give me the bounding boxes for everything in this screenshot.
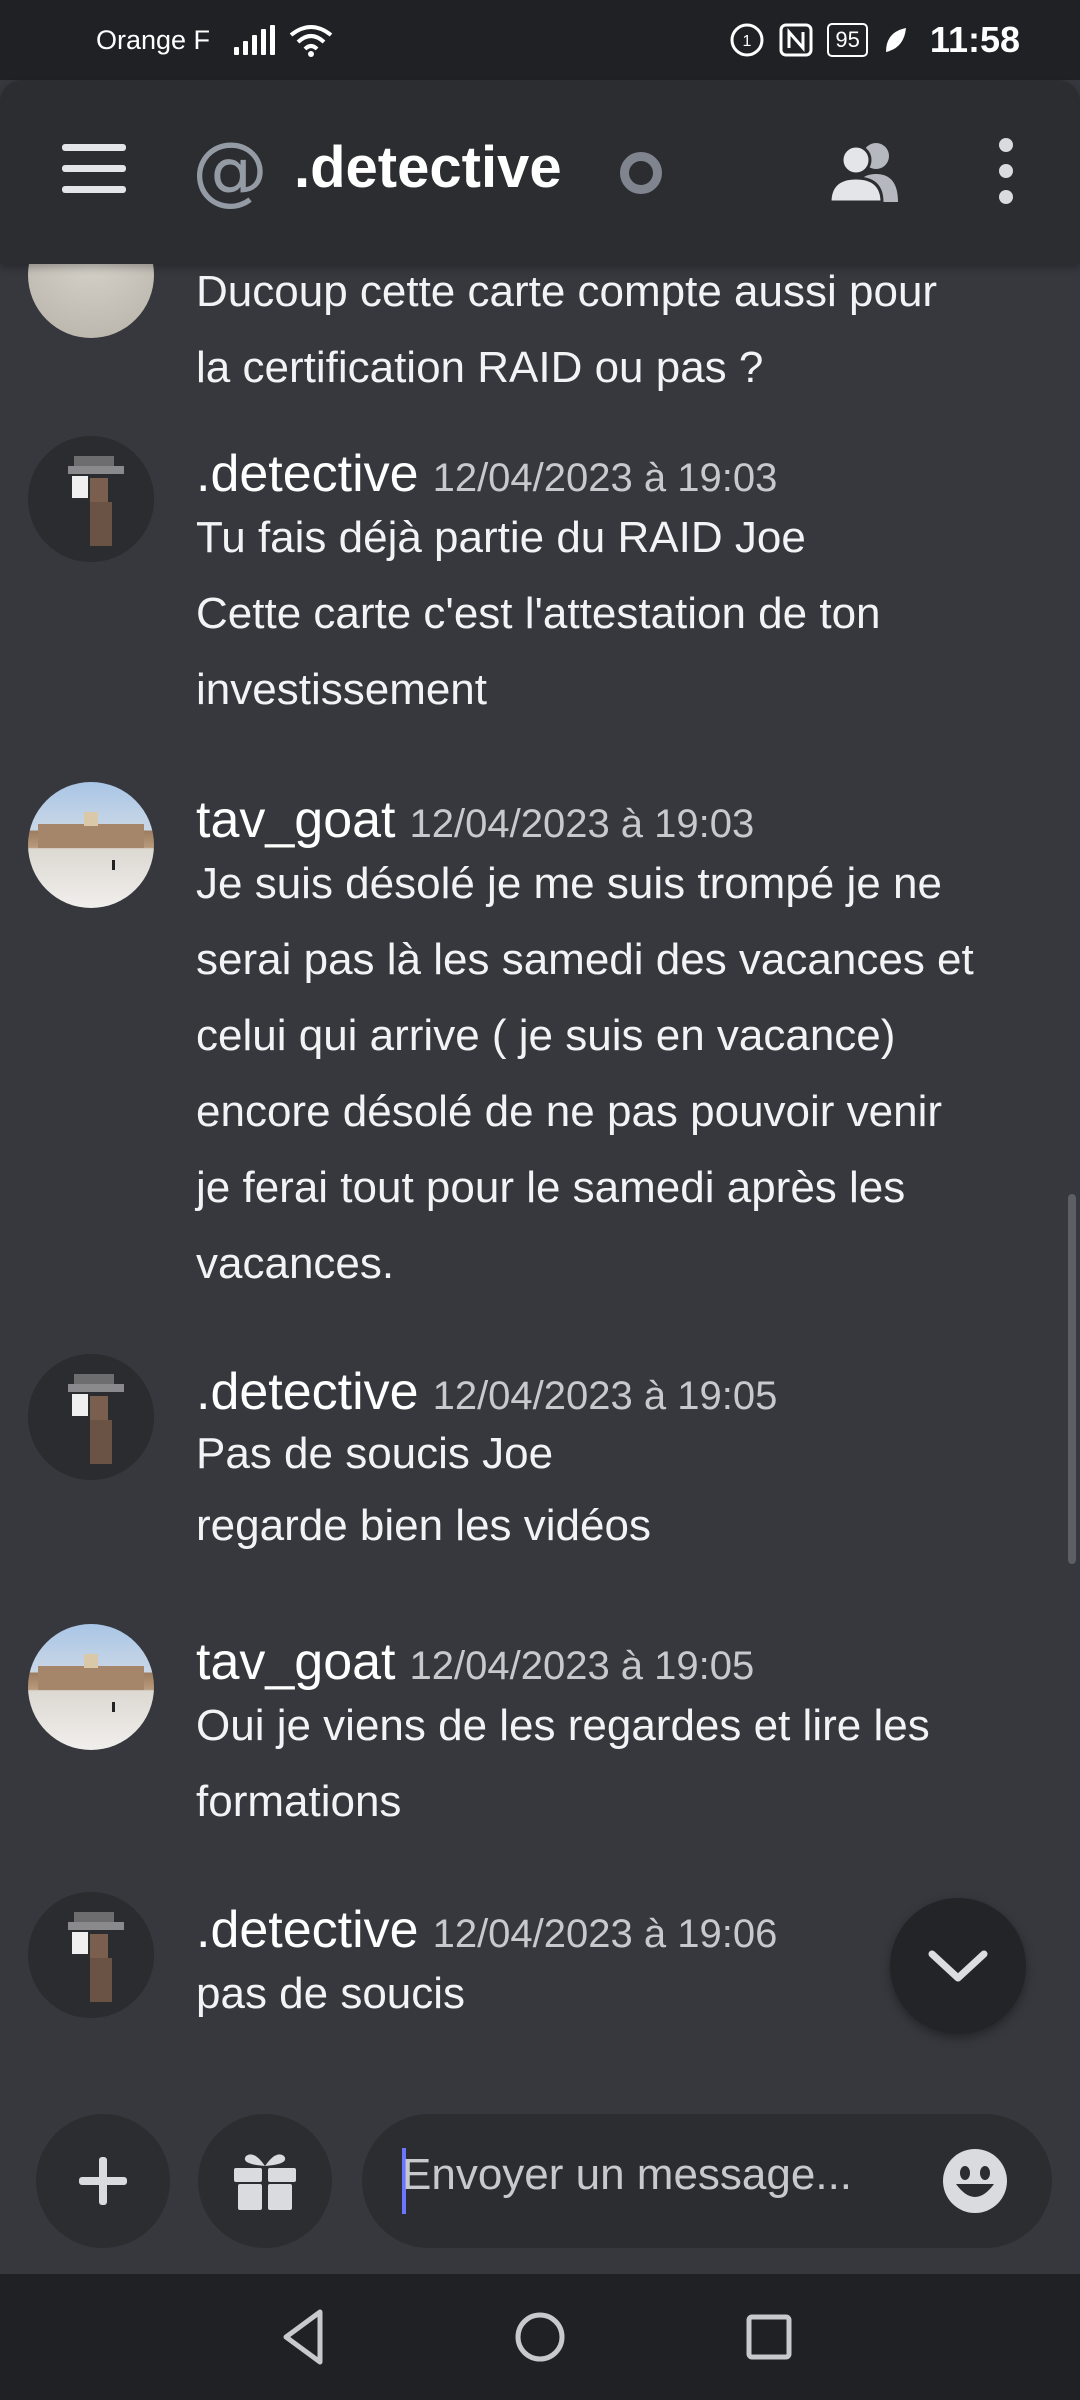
data-saver-icon: 1 [730, 23, 764, 57]
signal-icon [234, 25, 276, 55]
detective-avatar-icon [28, 1354, 154, 1480]
wifi-icon [289, 25, 333, 57]
detective-avatar-icon [28, 436, 154, 562]
message-timestamp: 12/04/2023 à 19:05 [409, 1644, 755, 1688]
leaf-icon [885, 28, 906, 52]
plaza-avatar-icon [38, 812, 144, 870]
emoji-icon[interactable] [942, 2148, 1008, 2214]
message-input[interactable]: Envoyer un message... [362, 2114, 1052, 2248]
add-attachment-button[interactable] [36, 2114, 170, 2248]
message-author[interactable]: .detective 12/04/2023 à 19:05 [196, 1362, 777, 1426]
plaza-avatar-icon [38, 1654, 144, 1712]
message-body: Tu fais déjà partie du RAID Joe Cette ca… [196, 500, 1066, 728]
message-author[interactable]: .detective 12/04/2023 à 19:06 [196, 1900, 777, 1964]
message-line: Oui je viens de les regardes et lire les [196, 1701, 930, 1750]
message-line: vacances. [196, 1239, 395, 1288]
message-timestamp: 12/04/2023 à 19:06 [432, 1912, 778, 1956]
status-bar: Orange F 1 95 11:58 [0, 0, 1080, 80]
message-line: la certification RAID ou pas ? [196, 343, 764, 392]
message-author[interactable]: .detective 12/04/2023 à 19:03 [196, 444, 777, 508]
channel-header: @ .detective [0, 80, 1080, 264]
scrollbar[interactable] [1068, 1194, 1076, 1564]
message-body: Pas de soucis Joe regarde bien les vidéo… [196, 1418, 1066, 1562]
carrier-label: Orange F [96, 24, 211, 55]
message-line: Cette carte c'est l'attestation de ton [196, 589, 881, 638]
message-body: Je suis désolé je me suis trompé je ne s… [196, 846, 1066, 1302]
message-line: regarde bien les vidéos [196, 1501, 651, 1550]
message-line: celui qui arrive ( je suis en vacance) [196, 1011, 896, 1060]
nfc-icon [779, 23, 813, 57]
members-icon[interactable] [826, 140, 904, 204]
svg-text:1: 1 [743, 33, 752, 50]
message-body: Oui je viens de les regardes et lire les… [196, 1688, 1066, 1840]
message-line: serai pas là les samedi des vacances et [196, 935, 974, 984]
recents-icon[interactable] [736, 2304, 802, 2370]
plus-icon [79, 2157, 127, 2205]
message-composer: Envoyer un message... [0, 2084, 1080, 2274]
message-line: Ducoup cette carte compte aussi pour [196, 267, 938, 316]
message-timestamp: 12/04/2023 à 19:05 [432, 1374, 778, 1418]
message-author[interactable]: tav_goat 12/04/2023 à 19:03 [196, 790, 754, 854]
chevron-down-icon [928, 1950, 988, 1982]
message-author[interactable]: tav_goat 12/04/2023 à 19:05 [196, 1632, 754, 1696]
message-line: formations [196, 1777, 402, 1826]
message-input-placeholder: Envoyer un message... [402, 2150, 853, 2199]
avatar[interactable] [28, 1624, 154, 1750]
message-body: Ducoup cette carte compte aussi pour la … [196, 264, 1066, 406]
at-icon: @ [192, 125, 268, 214]
author-name[interactable]: tav_goat [196, 1633, 396, 1691]
battery-icon: 95 [827, 23, 868, 57]
message-list[interactable]: Ducoup cette carte compte aussi pour la … [0, 264, 1080, 2084]
avatar[interactable] [28, 1354, 154, 1480]
message-line: Pas de soucis Joe [196, 1429, 554, 1478]
avatar[interactable] [28, 264, 154, 338]
channel-title[interactable]: .detective [294, 136, 562, 200]
detective-avatar-icon [28, 1892, 154, 2018]
system-navigation-bar [0, 2274, 1080, 2400]
home-icon[interactable] [507, 2304, 573, 2370]
message-line: je ferai tout pour le samedi après les [196, 1163, 906, 1212]
gift-icon [234, 2154, 296, 2210]
hamburger-icon[interactable] [62, 144, 126, 194]
author-name[interactable]: .detective [196, 445, 419, 503]
message-timestamp: 12/04/2023 à 19:03 [409, 802, 755, 846]
message-line: investissement [196, 665, 488, 714]
avatar[interactable] [28, 782, 154, 908]
gift-button[interactable] [198, 2114, 332, 2248]
message-line: encore désolé de ne pas pouvoir venir [196, 1087, 943, 1136]
message-timestamp: 12/04/2023 à 19:03 [432, 456, 778, 500]
avatar[interactable] [28, 1892, 154, 2018]
clock: 11:58 [929, 19, 1020, 60]
author-name[interactable]: tav_goat [196, 791, 396, 849]
message-line: Je suis désolé je me suis trompé je ne [196, 859, 942, 908]
author-name[interactable]: .detective [196, 1901, 419, 1959]
message-line: Tu fais déjà partie du RAID Joe [196, 513, 806, 562]
author-name[interactable]: .detective [196, 1363, 419, 1421]
jump-to-bottom-button[interactable] [890, 1898, 1026, 2034]
avatar[interactable] [28, 436, 154, 562]
back-icon[interactable] [274, 2304, 340, 2370]
status-offline-icon [620, 152, 662, 194]
more-vertical-icon[interactable] [990, 138, 1022, 208]
